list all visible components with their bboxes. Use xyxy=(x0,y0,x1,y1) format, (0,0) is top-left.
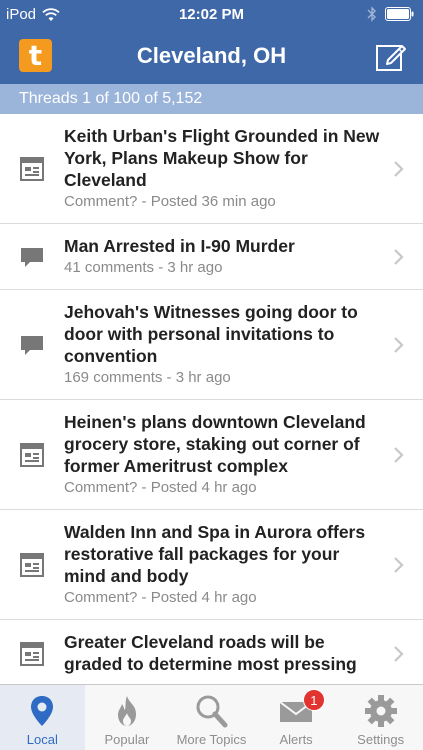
speech-bubble-icon xyxy=(21,247,43,267)
bluetooth-icon xyxy=(367,6,376,22)
app-logo[interactable]: t xyxy=(19,39,52,72)
clock: 12:02 PM xyxy=(178,6,245,23)
thread-row[interactable]: Walden Inn and Spa in Aurora offers rest… xyxy=(0,510,423,620)
tab-label: Alerts xyxy=(279,732,313,747)
map-pin-icon xyxy=(31,696,54,726)
thread-row[interactable]: Man Arrested in I-90 Murder 41 comments … xyxy=(0,224,423,290)
chevron-right-icon xyxy=(394,645,404,662)
tab-alerts[interactable]: 1 Alerts xyxy=(254,685,339,750)
tab-local[interactable]: Local xyxy=(0,685,85,750)
battery-icon xyxy=(385,7,414,21)
thread-title: Man Arrested in I-90 Murder xyxy=(64,236,295,256)
chevron-right-icon xyxy=(394,446,404,463)
gear-icon xyxy=(364,695,397,727)
chevron-right-icon xyxy=(394,160,404,177)
thread-row[interactable]: Heinen's plans downtown Cleveland grocer… xyxy=(0,400,423,510)
thread-count-bar: Threads 1 of 100 of 5,152 xyxy=(0,84,423,114)
page-title: Cleveland, OH xyxy=(136,43,287,68)
search-icon xyxy=(196,695,228,728)
thread-row[interactable]: Keith Urban's Flight Grounded in New Yor… xyxy=(0,114,423,224)
tab-popular[interactable]: Popular xyxy=(85,685,170,750)
tab-bar: Local Popular More Topics 1 Alerts Setti… xyxy=(0,684,423,750)
thread-row[interactable]: Jehovah's Witnesses going door to door w… xyxy=(0,290,423,400)
alerts-badge: 1 xyxy=(302,689,325,711)
chevron-right-icon xyxy=(394,248,404,265)
nav-bar: t Cleveland, OH xyxy=(0,30,423,84)
thread-row[interactable]: Greater Cleveland roads will be graded t… xyxy=(0,620,423,684)
thread-meta: 169 comments - 3 hr ago xyxy=(64,369,231,386)
thread-title: Greater Cleveland roads will be graded t… xyxy=(64,632,357,674)
thread-title: Keith Urban's Flight Grounded in New Yor… xyxy=(64,126,380,190)
thread-list: Keith Urban's Flight Grounded in New Yor… xyxy=(0,114,423,684)
article-icon xyxy=(20,641,44,666)
thread-meta: Comment? - Posted 36 min ago xyxy=(64,193,276,210)
article-icon xyxy=(20,552,44,577)
tab-label: Settings xyxy=(357,732,405,747)
speech-bubble-icon xyxy=(21,335,43,355)
thread-meta: Comment? - Posted 4 hr ago xyxy=(64,479,257,496)
flame-icon xyxy=(117,696,136,726)
tab-label: More Topics xyxy=(176,732,247,747)
compose-icon[interactable] xyxy=(375,40,407,72)
article-icon xyxy=(20,156,44,181)
thread-title: Heinen's plans downtown Cleveland grocer… xyxy=(64,412,366,476)
chevron-right-icon xyxy=(394,336,404,353)
chevron-right-icon xyxy=(394,556,404,573)
thread-meta: 41 comments - 3 hr ago xyxy=(64,259,223,276)
thread-meta: Comment? - Posted 4 hr ago xyxy=(64,589,257,606)
status-bar: iPod 12:02 PM xyxy=(0,0,423,30)
tab-more-topics[interactable]: More Topics xyxy=(169,685,254,750)
app-logo-letter: t xyxy=(28,39,43,72)
thread-title: Walden Inn and Spa in Aurora offers rest… xyxy=(64,522,366,586)
tab-settings[interactable]: Settings xyxy=(338,685,423,750)
tab-label: Popular xyxy=(104,732,150,747)
tab-label: Local xyxy=(26,732,58,747)
thread-title: Jehovah's Witnesses going door to door w… xyxy=(64,302,358,366)
status-right xyxy=(367,6,415,22)
article-icon xyxy=(20,442,44,467)
